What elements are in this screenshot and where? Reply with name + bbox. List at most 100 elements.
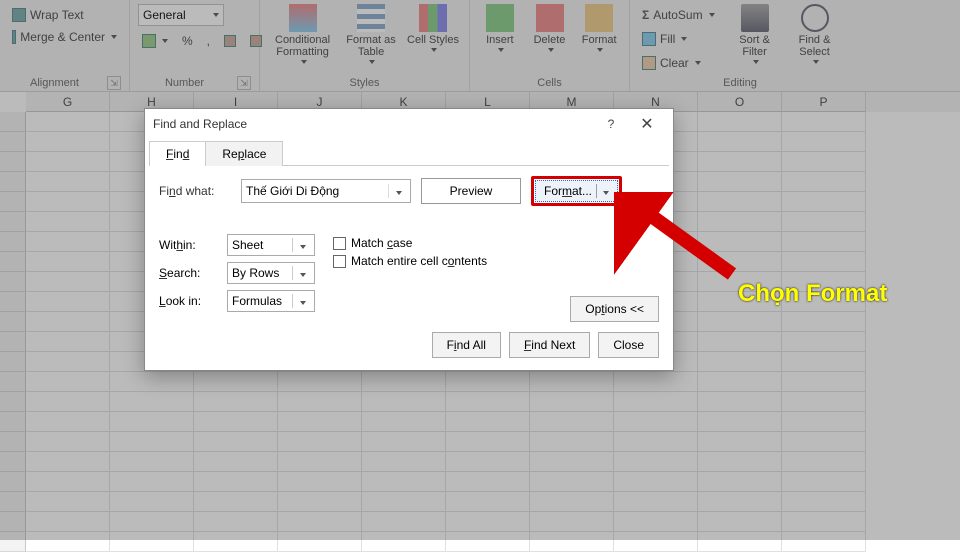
cell[interactable] [26, 492, 110, 512]
row-header[interactable] [0, 192, 26, 212]
row-header[interactable] [0, 372, 26, 392]
cell[interactable] [26, 192, 110, 212]
cell[interactable] [698, 112, 782, 132]
cell[interactable] [782, 152, 866, 172]
cell[interactable] [614, 472, 698, 492]
cell[interactable] [278, 412, 362, 432]
cell[interactable] [446, 412, 530, 432]
percent-button[interactable]: % [178, 30, 197, 52]
cell[interactable] [26, 392, 110, 412]
cell[interactable] [194, 412, 278, 432]
cell[interactable] [782, 452, 866, 472]
cell[interactable] [26, 252, 110, 272]
cell[interactable] [194, 472, 278, 492]
row-header[interactable] [0, 292, 26, 312]
cell[interactable] [530, 452, 614, 472]
cell[interactable] [26, 312, 110, 332]
cell[interactable] [26, 152, 110, 172]
cell[interactable] [362, 412, 446, 432]
within-dropdown[interactable]: Sheet [227, 234, 315, 256]
row-header[interactable] [0, 492, 26, 512]
options-button[interactable]: Options << [570, 296, 659, 322]
cell[interactable] [614, 512, 698, 532]
row-header[interactable] [0, 132, 26, 152]
cell[interactable] [26, 412, 110, 432]
cell[interactable] [782, 372, 866, 392]
cell[interactable] [26, 332, 110, 352]
find-what-input[interactable]: Thế Giới Di Động [241, 179, 411, 203]
cell[interactable] [26, 292, 110, 312]
cell[interactable] [362, 452, 446, 472]
conditional-formatting-button[interactable]: Conditional Formatting [268, 4, 337, 64]
cell[interactable] [26, 472, 110, 492]
insert-button[interactable]: Insert [478, 4, 522, 52]
cell[interactable] [530, 492, 614, 512]
tab-replace[interactable]: Replace [205, 141, 283, 166]
cell[interactable] [362, 432, 446, 452]
close-button[interactable]: Close [598, 332, 659, 358]
cell[interactable] [614, 492, 698, 512]
cell[interactable] [782, 472, 866, 492]
cell[interactable] [698, 132, 782, 152]
cell[interactable] [698, 532, 782, 552]
cell[interactable] [194, 432, 278, 452]
cell[interactable] [110, 372, 194, 392]
row-header[interactable] [0, 152, 26, 172]
cell[interactable] [26, 532, 110, 552]
row-header[interactable] [0, 332, 26, 352]
cell[interactable] [110, 432, 194, 452]
cell[interactable] [614, 452, 698, 472]
cell[interactable] [782, 532, 866, 552]
cell[interactable] [446, 392, 530, 412]
cell[interactable] [782, 172, 866, 192]
cell[interactable] [698, 432, 782, 452]
cell[interactable] [194, 372, 278, 392]
cell[interactable] [782, 412, 866, 432]
row-header[interactable] [0, 252, 26, 272]
cell[interactable] [614, 432, 698, 452]
comma-button[interactable]: , [203, 30, 214, 52]
lookin-dropdown[interactable]: Formulas [227, 290, 315, 312]
cell[interactable] [782, 432, 866, 452]
cell[interactable] [530, 372, 614, 392]
cell[interactable] [698, 332, 782, 352]
cell[interactable] [446, 472, 530, 492]
cell[interactable] [782, 252, 866, 272]
cell[interactable] [698, 392, 782, 412]
row-header[interactable] [0, 232, 26, 252]
cell[interactable] [362, 512, 446, 532]
row-header[interactable] [0, 172, 26, 192]
cell[interactable] [362, 372, 446, 392]
cell[interactable] [278, 472, 362, 492]
cell[interactable] [446, 452, 530, 472]
cell[interactable] [698, 312, 782, 332]
format-cells-button[interactable]: Format [577, 4, 621, 52]
wrap-text-button[interactable]: Wrap Text [8, 4, 121, 26]
cell[interactable] [26, 212, 110, 232]
currency-button[interactable] [138, 30, 172, 52]
clear-button[interactable]: Clear [638, 52, 719, 74]
cell[interactable] [698, 172, 782, 192]
cell[interactable] [446, 512, 530, 532]
cell[interactable] [362, 532, 446, 552]
cell[interactable] [26, 272, 110, 292]
row-header[interactable] [0, 432, 26, 452]
cell[interactable] [782, 132, 866, 152]
cell[interactable] [782, 312, 866, 332]
row-header[interactable] [0, 532, 26, 552]
cell[interactable] [278, 392, 362, 412]
cell[interactable] [362, 392, 446, 412]
cell[interactable] [530, 512, 614, 532]
cell[interactable] [110, 532, 194, 552]
cell[interactable] [698, 352, 782, 372]
increase-decimal-button[interactable] [220, 30, 240, 52]
cell[interactable] [446, 492, 530, 512]
cell[interactable] [698, 472, 782, 492]
cell[interactable] [26, 112, 110, 132]
cell[interactable] [614, 412, 698, 432]
cell[interactable] [110, 512, 194, 532]
cell[interactable] [530, 472, 614, 492]
cell[interactable] [26, 232, 110, 252]
row-header[interactable] [0, 272, 26, 292]
cell[interactable] [698, 372, 782, 392]
